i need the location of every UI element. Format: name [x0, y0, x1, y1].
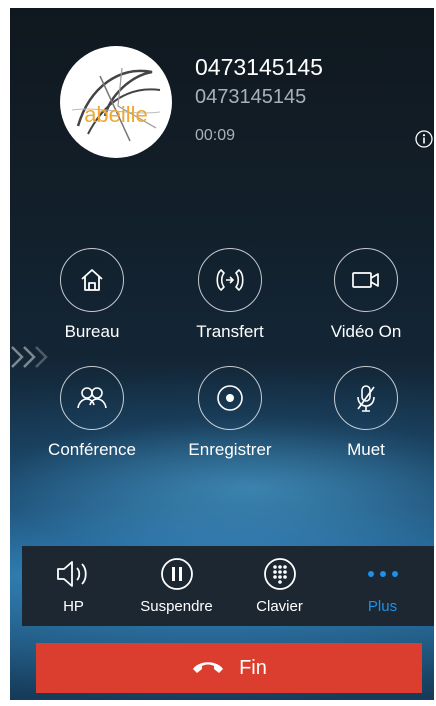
call-toolbar: HP Suspendre Clavier Plus	[22, 546, 434, 626]
caller-number: 0473145145	[195, 54, 323, 80]
bureau-button[interactable]: Bureau	[32, 248, 152, 342]
end-call-button[interactable]: Fin	[36, 643, 422, 693]
action-label: Bureau	[64, 322, 120, 341]
action-label: Conférence	[48, 440, 136, 459]
toolbar-label: Suspendre	[140, 598, 213, 615]
action-label: Enregistrer	[188, 440, 272, 459]
home-icon	[60, 248, 124, 312]
video-on-button[interactable]: Vidéo On	[306, 248, 426, 342]
action-label: Muet	[347, 440, 385, 459]
clavier-button[interactable]: Clavier	[228, 556, 331, 615]
video-camera-icon	[334, 248, 398, 312]
transfert-button[interactable]: Transfert	[170, 248, 290, 342]
abeille-logo: abeille	[71, 67, 161, 142]
caller-avatar: abeille	[60, 46, 172, 158]
enregistrer-button[interactable]: Enregistrer	[170, 366, 290, 460]
conference-button[interactable]: Conférence	[32, 366, 152, 460]
hang-up-icon	[191, 657, 225, 680]
pause-icon	[125, 556, 228, 592]
hp-button[interactable]: HP	[22, 556, 125, 615]
caller-subtitle: 0473145145	[195, 86, 307, 108]
conference-icon	[60, 366, 124, 430]
call-duration: 00:09	[195, 127, 236, 144]
action-label: Transfert	[196, 322, 264, 341]
mute-microphone-icon	[334, 366, 398, 430]
plus-button[interactable]: Plus	[331, 556, 434, 615]
speaker-icon	[22, 556, 125, 592]
avatar-logo-text: abeille	[84, 102, 148, 127]
action-label: Vidéo On	[330, 322, 402, 341]
call-screen: abeille 0473145145 0473145145 00:09 Bure…	[10, 8, 434, 700]
end-call-label: Fin	[239, 656, 267, 679]
toolbar-label: Plus	[367, 598, 398, 615]
toolbar-label: HP	[63, 598, 84, 615]
record-icon	[198, 366, 262, 430]
transfer-icon	[198, 248, 262, 312]
muet-button[interactable]: Muet	[306, 366, 426, 460]
toolbar-label: Clavier	[256, 598, 303, 615]
more-dots-icon	[331, 556, 434, 592]
suspendre-button[interactable]: Suspendre	[125, 556, 228, 615]
info-icon[interactable]	[415, 130, 433, 148]
keypad-icon	[228, 556, 331, 592]
